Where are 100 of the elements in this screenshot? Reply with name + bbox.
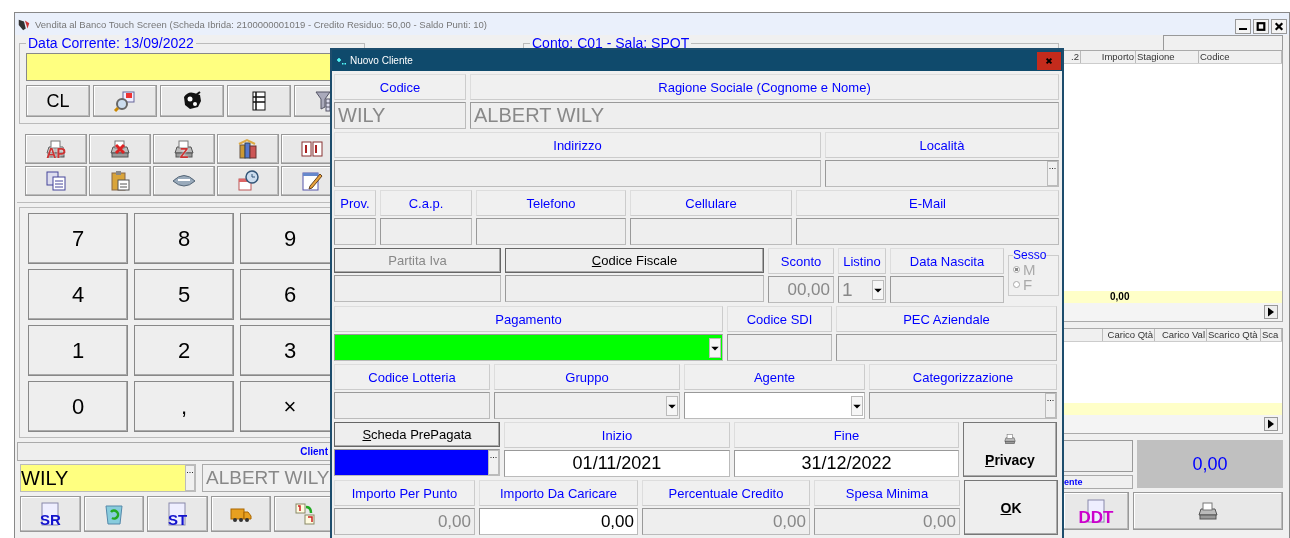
date-legend: Data Corrente: 13/09/2022: [26, 35, 196, 51]
field-label: Gruppo: [494, 364, 680, 390]
printer-button[interactable]: [1133, 492, 1283, 530]
magnifier-icon: [113, 89, 137, 113]
input-field[interactable]: [494, 392, 680, 419]
ddt-button[interactable]: DDT: [1063, 492, 1129, 530]
printer-button[interactable]: [89, 134, 151, 164]
calendar-clock-button[interactable]: [217, 166, 279, 196]
gender-legend: Sesso: [1013, 248, 1047, 262]
copy-button[interactable]: [25, 166, 87, 196]
field-label: Percentuale Credito: [642, 480, 810, 506]
field-button[interactable]: Codice Fiscale: [505, 248, 764, 273]
ok-button[interactable]: OK: [964, 480, 1058, 535]
keypad-key[interactable]: 2: [134, 325, 234, 376]
column-header: Carico Val: [1155, 329, 1207, 341]
input-field[interactable]: [334, 392, 490, 419]
column-header: Scarico Qtà: [1207, 329, 1261, 341]
keypad-key[interactable]: 7: [28, 213, 128, 264]
field-label: Indirizzo: [334, 132, 821, 158]
lookup-button[interactable]: ...: [1045, 393, 1056, 418]
clear-button[interactable]: CL: [26, 85, 90, 117]
column-header: Stagione: [1136, 51, 1199, 63]
scroll-right-icon[interactable]: [1264, 417, 1278, 431]
input-field[interactable]: 0,00: [479, 508, 638, 535]
column-header: Carico Qtà: [1103, 329, 1155, 341]
field-button[interactable]: Scheda PrePagata: [334, 422, 500, 447]
keypad-key[interactable]: 8: [134, 213, 234, 264]
input-field[interactable]: [684, 392, 865, 419]
client-bar: Client: [17, 442, 331, 461]
input-field[interactable]: ...: [825, 160, 1059, 187]
dropdown-icon[interactable]: [872, 279, 884, 300]
truck-button[interactable]: [210, 496, 272, 532]
input-field[interactable]: [334, 218, 376, 245]
keypad-key[interactable]: 4: [28, 269, 128, 320]
field-label: Sconto: [768, 248, 834, 274]
keypad-key[interactable]: 1: [28, 325, 128, 376]
dropdown-icon[interactable]: [709, 337, 721, 358]
dropdown-icon[interactable]: [666, 395, 678, 416]
swap-icon: [292, 502, 317, 526]
input-field[interactable]: 01/11/2021: [504, 450, 730, 477]
input-field[interactable]: ...: [869, 392, 1057, 419]
blank-button[interactable]: [1063, 440, 1133, 472]
recycle-bin-button[interactable]: [83, 496, 145, 532]
field-label: Codice SDI: [727, 306, 832, 332]
input-field[interactable]: [630, 218, 792, 245]
close-icon: [1273, 20, 1285, 32]
field-label: Codice Lotteria: [334, 364, 490, 390]
column-header: Sca: [1261, 329, 1282, 341]
minimize-button[interactable]: [1235, 18, 1251, 34]
clipboard-button[interactable]: [89, 166, 151, 196]
field-label: Categorizzazione: [869, 364, 1057, 390]
keypad-key[interactable]: 5: [134, 269, 234, 320]
dialog-title: Nuovo Cliente: [350, 55, 414, 66]
dropdown-icon[interactable]: [851, 395, 863, 416]
field-label: Agente: [684, 364, 865, 390]
input-field[interactable]: [796, 218, 1059, 245]
column-header: Codice: [1199, 51, 1282, 63]
lookup-button[interactable]: ...: [1047, 161, 1058, 186]
printer-icon: [172, 137, 196, 161]
lookup-button[interactable]: ...: [488, 450, 499, 475]
input-field[interactable]: ...: [334, 449, 500, 476]
keypad-key[interactable]: ,: [134, 381, 234, 432]
clipboard-icon: [108, 169, 132, 193]
magnifier-button[interactable]: [93, 85, 157, 117]
input-field[interactable]: [505, 275, 764, 302]
field-label: Telefono: [476, 190, 626, 216]
calendar-clock-icon: [236, 169, 260, 193]
document-button[interactable]: [227, 85, 291, 117]
account-legend: Conto: C01 - Sala: SPOT: [530, 35, 692, 51]
document-button[interactable]: SR: [20, 496, 81, 532]
notepad-pencil-icon: [300, 169, 324, 193]
input-field[interactable]: [334, 160, 821, 187]
field-label: Importo Da Caricare: [479, 480, 638, 506]
input-field[interactable]: [836, 334, 1057, 361]
input-field[interactable]: [380, 218, 472, 245]
input-field[interactable]: [476, 218, 626, 245]
maximize-button[interactable]: [1253, 18, 1269, 34]
field-label: E-Mail: [796, 190, 1059, 216]
books-button[interactable]: [217, 134, 279, 164]
input-field[interactable]: [334, 334, 723, 361]
field-label: Località: [825, 132, 1059, 158]
field-label: Ragione Sociale (Cognome e Nome): [470, 74, 1059, 100]
input-field[interactable]: [890, 276, 1004, 303]
close-button[interactable]: [1271, 18, 1287, 34]
input-field[interactable]: [727, 334, 832, 361]
field-label: Cellulare: [630, 190, 792, 216]
app-icon: [336, 55, 346, 66]
field-label: Codice: [334, 74, 466, 100]
printer-icon: [1003, 431, 1017, 446]
input-field[interactable]: 31/12/2022: [734, 450, 959, 477]
field-label: Data Nascita: [890, 248, 1004, 274]
customer-code-field[interactable]: WILY ...: [20, 464, 196, 492]
privacy-button[interactable]: Privacy: [963, 422, 1057, 477]
copy-icon: [44, 169, 68, 193]
scroll-right-icon[interactable]: [1264, 305, 1278, 319]
keypad-key[interactable]: 0: [28, 381, 128, 432]
document-button[interactable]: ST: [147, 496, 208, 532]
minimize-icon: [1239, 27, 1247, 30]
field-label: C.a.p.: [380, 190, 472, 216]
lookup-button[interactable]: ...: [185, 465, 195, 491]
